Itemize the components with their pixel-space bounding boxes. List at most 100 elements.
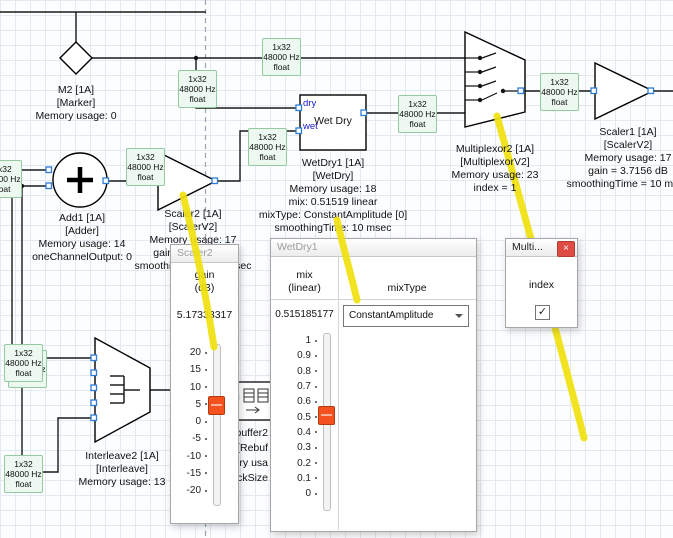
signal-line: float	[5, 368, 42, 378]
gain-value[interactable]: 5.17333317	[171, 309, 238, 321]
tick-label: 0.6	[297, 396, 311, 407]
signal-line: float	[0, 184, 21, 194]
scaler1-block[interactable]	[595, 63, 653, 119]
signal-line: float	[263, 62, 300, 72]
tick-label: 0.5	[297, 412, 311, 423]
signal-line: 1x32	[5, 348, 42, 358]
signal-line: 1x32	[179, 74, 216, 84]
signal-line: 48000 Hz	[5, 358, 42, 368]
tick-label: 0	[195, 416, 201, 427]
m2-label: M2 [1A] [Marker] Memory usage: 0	[26, 84, 126, 123]
gain-slider-ticks: 20 15 10 5 0 -5 -10 -15 -20	[173, 344, 207, 499]
tick-label: 0.7	[297, 381, 311, 392]
index-checkbox[interactable]: ✓	[535, 305, 550, 320]
signal-line: float	[179, 94, 216, 104]
label-line: Memory usage: 17	[553, 152, 673, 165]
label-line: M2 [1A]	[26, 84, 126, 97]
mix-header-unit: (linear)	[271, 282, 338, 294]
signal-line: 1x32	[5, 459, 42, 469]
label-line: Memory usage: 0	[26, 110, 126, 123]
label-line: gain = 3.7156 dB	[553, 165, 673, 178]
signal-line: float	[127, 172, 164, 182]
signal-format-badge: 1x32 48000 Hz float	[0, 160, 22, 198]
signal-line: 48000 Hz	[127, 162, 164, 172]
tick-label: -20	[187, 485, 201, 496]
close-icon[interactable]: ×	[557, 241, 575, 257]
label-line: smoothingTime: 10 msec	[248, 222, 418, 235]
adder-block[interactable]	[53, 153, 107, 207]
signal-line: float	[399, 119, 436, 129]
gain-slider-handle[interactable]	[208, 396, 225, 415]
tick-label: 0.8	[297, 366, 311, 377]
tick-label: 15	[190, 364, 201, 375]
label-line: [ScalerV2]	[553, 139, 673, 152]
tick-label: 0.9	[297, 350, 311, 361]
tick-label: 1	[305, 335, 311, 346]
signal-format-badge: 1x32 48000 Hz float	[4, 455, 43, 493]
multiplexor-block[interactable]	[465, 32, 525, 127]
mix-header: mix	[271, 269, 338, 281]
tick-label: 20	[190, 347, 201, 358]
signal-format-badge: 1x32 48000 Hz float	[178, 70, 217, 108]
signal-line: 1x32	[0, 164, 21, 174]
signal-line: 1x32	[127, 152, 164, 162]
signal-format-badge: 1x32 48000 Hz float	[248, 128, 287, 166]
mixtype-dropdown[interactable]: ConstantAmplitude	[343, 305, 469, 327]
signal-line: float	[541, 97, 578, 107]
check-icon: ✓	[538, 306, 547, 318]
interleave-block[interactable]	[95, 338, 150, 442]
label-line: mix: 0.51519 linear	[248, 196, 418, 209]
tick-label: 0.3	[297, 442, 311, 453]
gain-param-label: gain	[171, 269, 238, 281]
patch-canvas: 1x32 48000 Hz float 1x32 48000 Hz float …	[0, 0, 673, 538]
wetdry1-panel-title[interactable]: WetDry1	[271, 239, 476, 257]
tick-label: 0.4	[297, 427, 311, 438]
wetdry-dry-port-label: dry	[303, 98, 316, 109]
mixtype-dropdown-value: ConstantAmplitude	[349, 310, 434, 321]
signal-format-badge: 1x32 48000 Hz float	[4, 344, 43, 382]
wetdry1-panel[interactable]: WetDry1 mix (linear) mixType 0.515185177…	[270, 238, 477, 532]
scaler2-block[interactable]	[158, 152, 216, 210]
signal-line: 48000 Hz	[541, 87, 578, 97]
scaler2-panel-title[interactable]: Scaler2	[171, 245, 238, 263]
label-line: Scaler2 [1A]	[123, 208, 263, 221]
label-line: Memory usage: 23	[420, 169, 570, 182]
signal-line: 1x32	[263, 42, 300, 52]
label-line: [MultiplexorV2]	[420, 156, 570, 169]
multiplexor2-panel[interactable]: Multi... × index ✓	[505, 238, 578, 328]
scaler2-panel[interactable]: Scaler2 gain (dB) 5.17333317 20 15 10 5 …	[170, 244, 239, 524]
tick-label: 0.2	[297, 458, 311, 469]
label-line: mixType: ConstantAmplitude [0]	[248, 209, 418, 222]
tick-label: -15	[187, 468, 201, 479]
signal-line: 48000 Hz	[263, 52, 300, 62]
signal-line: 48000 Hz	[5, 469, 42, 479]
signal-line: float	[249, 152, 286, 162]
mixtype-header: mixType	[338, 282, 476, 294]
signal-format-badge: 1x32 48000 Hz float	[262, 38, 301, 76]
tick-label: 0	[305, 488, 311, 499]
tick-label: 0.1	[297, 473, 311, 484]
signal-format-badge: 1x32 48000 Hz float	[398, 95, 437, 133]
signal-format-badge: 1x32 48000 Hz float	[126, 148, 165, 186]
signal-line: 48000 Hz	[249, 142, 286, 152]
label-line: smoothingTime = 10 msec	[553, 178, 673, 191]
label-line: Memory usage: 18	[248, 183, 418, 196]
marker-block[interactable]	[60, 42, 92, 74]
tick-label: -10	[187, 451, 201, 462]
scaler1-label: Scaler1 [1A] [ScalerV2] Memory usage: 17…	[553, 126, 673, 191]
tick-label: 5	[195, 399, 201, 410]
label-line: Multiplexor2 [1A]	[420, 143, 570, 156]
signal-line: 48000 Hz	[0, 174, 21, 184]
gain-unit-label: (dB)	[171, 282, 238, 294]
mix-slider-handle[interactable]	[318, 406, 335, 425]
chevron-down-icon	[455, 314, 463, 322]
wetdry1-label: WetDry1 [1A] [WetDry] Memory usage: 18 m…	[248, 157, 418, 235]
mix-value[interactable]: 0.515185177	[271, 309, 338, 321]
label-line: Scaler1 [1A]	[553, 126, 673, 139]
multiplexor2-label: Multiplexor2 [1A] [MultiplexorV2] Memory…	[420, 143, 570, 195]
tick-label: -5	[192, 433, 201, 444]
signal-line: 1x32	[249, 132, 286, 142]
gain-slider-track[interactable]	[213, 344, 221, 506]
tick-label: 10	[190, 382, 201, 393]
label-line: index = 1	[420, 182, 570, 195]
